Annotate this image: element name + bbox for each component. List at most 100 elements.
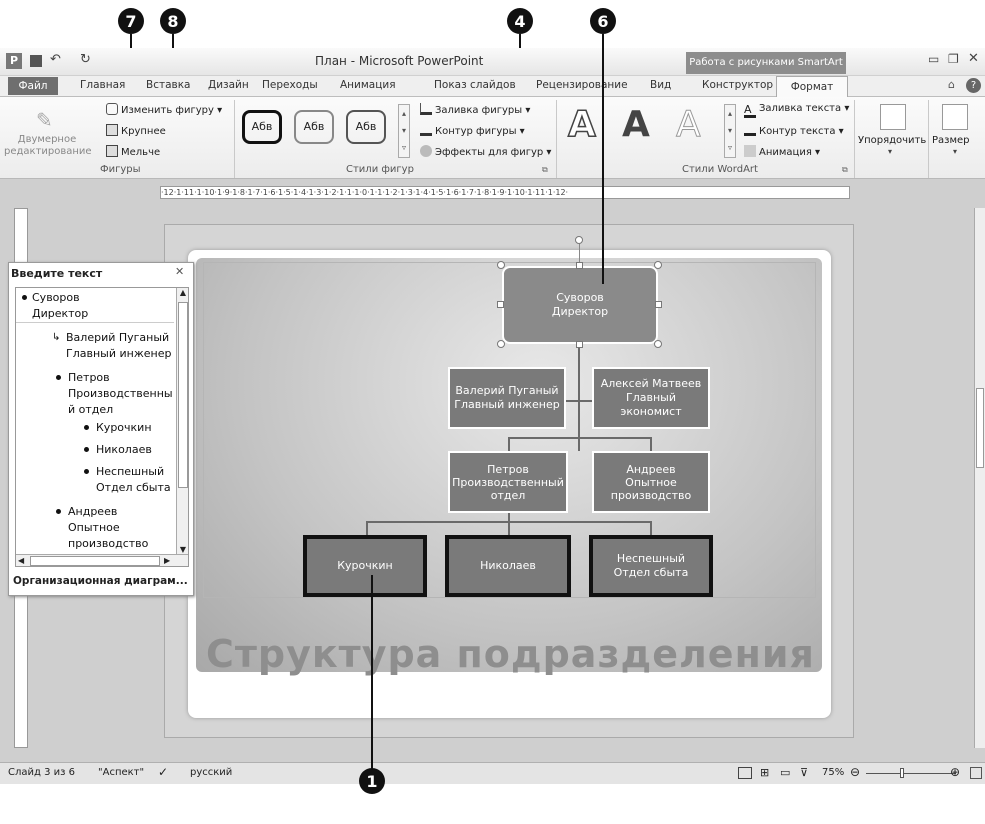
- tab-insert[interactable]: Вставка: [146, 79, 191, 91]
- tab-file[interactable]: Файл: [8, 77, 58, 95]
- resize-handle[interactable]: [497, 261, 505, 269]
- text-animation-button[interactable]: Анимация ▾: [744, 145, 820, 158]
- zoom-slider-thumb[interactable]: [900, 768, 904, 778]
- bullet-icon: [84, 469, 89, 474]
- org-node-assistant[interactable]: Валерий Пуганый Главный инженер: [448, 367, 566, 429]
- callout-7: 7: [118, 8, 144, 34]
- close-icon[interactable]: ✕: [968, 51, 979, 66]
- edit-2d-icon[interactable]: ✎: [36, 108, 62, 132]
- shape-style-1[interactable]: Абв: [242, 110, 282, 144]
- wordart-style-2[interactable]: A: [622, 104, 650, 145]
- collapse-ribbon-icon[interactable]: ⌂: [948, 78, 955, 91]
- slide-title[interactable]: Структура подразделения: [206, 632, 815, 676]
- text-fill-button[interactable]: A Заливка текста ▾: [744, 103, 849, 118]
- tab-slideshow[interactable]: Показ слайдов: [434, 79, 516, 91]
- bullet-icon: [22, 295, 27, 300]
- scroll-down-icon[interactable]: ▼: [177, 545, 188, 554]
- resize-handle[interactable]: [576, 262, 583, 269]
- text-pane-item[interactable]: Неспешный Отдел сбыта: [84, 464, 171, 496]
- slide-counter: Слайд 3 из 6: [8, 767, 75, 778]
- zoom-in-icon[interactable]: ⊕: [950, 765, 960, 779]
- scroll-up-icon[interactable]: ▲: [177, 288, 188, 297]
- effects-icon: [420, 145, 432, 157]
- text-pane-footer[interactable]: Организационная диаграм...: [13, 575, 188, 587]
- tab-animation[interactable]: Анимация: [340, 79, 396, 91]
- spellcheck-icon[interactable]: ✓: [158, 765, 168, 779]
- gallery-scroll[interactable]: ▴ ▾ ▿: [398, 104, 410, 158]
- smaller-button[interactable]: Мельче: [106, 145, 160, 158]
- text-pane-item[interactable]: Николаев: [84, 442, 152, 458]
- org-node-employee[interactable]: Неспешный Отдел сбыта: [589, 535, 713, 597]
- connector: [508, 521, 510, 535]
- resize-handle[interactable]: [497, 301, 504, 308]
- dialog-launcher-icon[interactable]: ⧉: [542, 165, 548, 175]
- text-pane-item[interactable]: Петров Производственны й отдел: [54, 370, 173, 418]
- tab-constructor[interactable]: Конструктор: [702, 79, 773, 91]
- view-slideshow-icon[interactable]: ⊽: [800, 766, 808, 779]
- help-icon[interactable]: ?: [966, 78, 981, 93]
- arrange-button[interactable]: Упорядочить: [858, 135, 926, 146]
- text-pane-item[interactable]: ↳ Валерий Пуганый Главный инженер: [52, 330, 171, 362]
- resize-handle[interactable]: [576, 341, 583, 348]
- zoom-level[interactable]: 75%: [822, 767, 844, 778]
- zoom-out-icon[interactable]: ⊖: [850, 765, 860, 779]
- scroll-thumb[interactable]: [178, 302, 188, 488]
- tab-format[interactable]: Формат: [776, 76, 848, 97]
- tab-home[interactable]: Главная: [80, 79, 125, 91]
- tab-design[interactable]: Дизайн: [208, 79, 249, 91]
- scroll-left-icon[interactable]: ◀: [18, 556, 24, 565]
- text-pane-vscroll[interactable]: ▲ ▼: [176, 288, 188, 554]
- tab-transitions[interactable]: Переходы: [262, 79, 318, 91]
- wordart-style-3[interactable]: A: [676, 104, 702, 146]
- view-sorter-icon[interactable]: ⊞: [760, 766, 769, 779]
- vertical-scrollbar[interactable]: [974, 208, 985, 748]
- change-shape-button[interactable]: Изменить фигуру ▾: [106, 103, 222, 116]
- fit-to-window-icon[interactable]: [970, 767, 982, 779]
- shape-outline-button[interactable]: Контур фигуры ▾: [420, 124, 525, 137]
- org-node-department[interactable]: Андреев Опытное производство: [592, 451, 710, 513]
- minimize-icon[interactable]: ▭: [928, 52, 939, 66]
- org-node-director[interactable]: Суворов Директор: [502, 266, 658, 344]
- resize-handle[interactable]: [654, 261, 662, 269]
- text-outline-button[interactable]: Контур текста ▾: [744, 124, 844, 137]
- org-node-employee[interactable]: Курочкин: [303, 535, 427, 597]
- theme-name[interactable]: "Аспект": [98, 767, 144, 778]
- size-button[interactable]: Размер: [932, 135, 970, 146]
- edit-2d-button[interactable]: Двумерное редактирование: [4, 134, 92, 158]
- text-pane-hscroll[interactable]: ◀ ▶: [16, 554, 188, 566]
- org-node-assistant[interactable]: Алексей Матвеев Главный экономист: [592, 367, 710, 429]
- scroll-thumb[interactable]: [976, 388, 984, 468]
- larger-button[interactable]: Крупнее: [106, 124, 166, 137]
- wordart-dialog-launcher-icon[interactable]: ⧉: [842, 165, 848, 175]
- resize-handle[interactable]: [655, 301, 662, 308]
- connector: [508, 437, 651, 439]
- view-reading-icon[interactable]: ▭: [780, 766, 790, 779]
- shape-style-3[interactable]: Абв: [346, 110, 386, 144]
- rotate-handle[interactable]: [575, 236, 583, 244]
- scroll-right-icon[interactable]: ▶: [164, 556, 170, 565]
- undo-icon[interactable]: ↶: [50, 52, 61, 67]
- text-pane-close-icon[interactable]: ✕: [175, 265, 184, 278]
- text-pane-item[interactable]: Андреев Опытное производство: [54, 504, 148, 552]
- resize-handle[interactable]: [497, 340, 505, 348]
- view-normal-icon[interactable]: [738, 767, 752, 779]
- zoom-slider[interactable]: [866, 773, 956, 774]
- org-node-department[interactable]: Петров Производственный отдел: [448, 451, 568, 513]
- shape-fill-button[interactable]: Заливка фигуры ▾: [420, 103, 530, 116]
- text-pane-item[interactable]: Суворов Директор: [16, 290, 174, 323]
- shape-style-2[interactable]: Абв: [294, 110, 334, 144]
- org-node-employee[interactable]: Николаев: [445, 535, 571, 597]
- tab-view[interactable]: Вид: [650, 79, 671, 91]
- save-icon[interactable]: [30, 55, 42, 67]
- resize-handle[interactable]: [654, 340, 662, 348]
- language-label[interactable]: русский: [190, 767, 232, 778]
- tab-review[interactable]: Рецензирование: [536, 79, 628, 91]
- restore-icon[interactable]: ❐: [948, 52, 959, 66]
- text-pane-item[interactable]: Курочкин: [84, 420, 152, 436]
- wordart-gallery-scroll[interactable]: ▴ ▾ ▿: [724, 104, 736, 158]
- app-icon[interactable]: P: [6, 53, 22, 69]
- shape-effects-button[interactable]: Эффекты для фигур ▾: [420, 145, 551, 158]
- redo-icon[interactable]: ↻: [80, 52, 91, 67]
- scroll-thumb[interactable]: [30, 556, 160, 566]
- wordart-style-1[interactable]: A: [567, 103, 596, 146]
